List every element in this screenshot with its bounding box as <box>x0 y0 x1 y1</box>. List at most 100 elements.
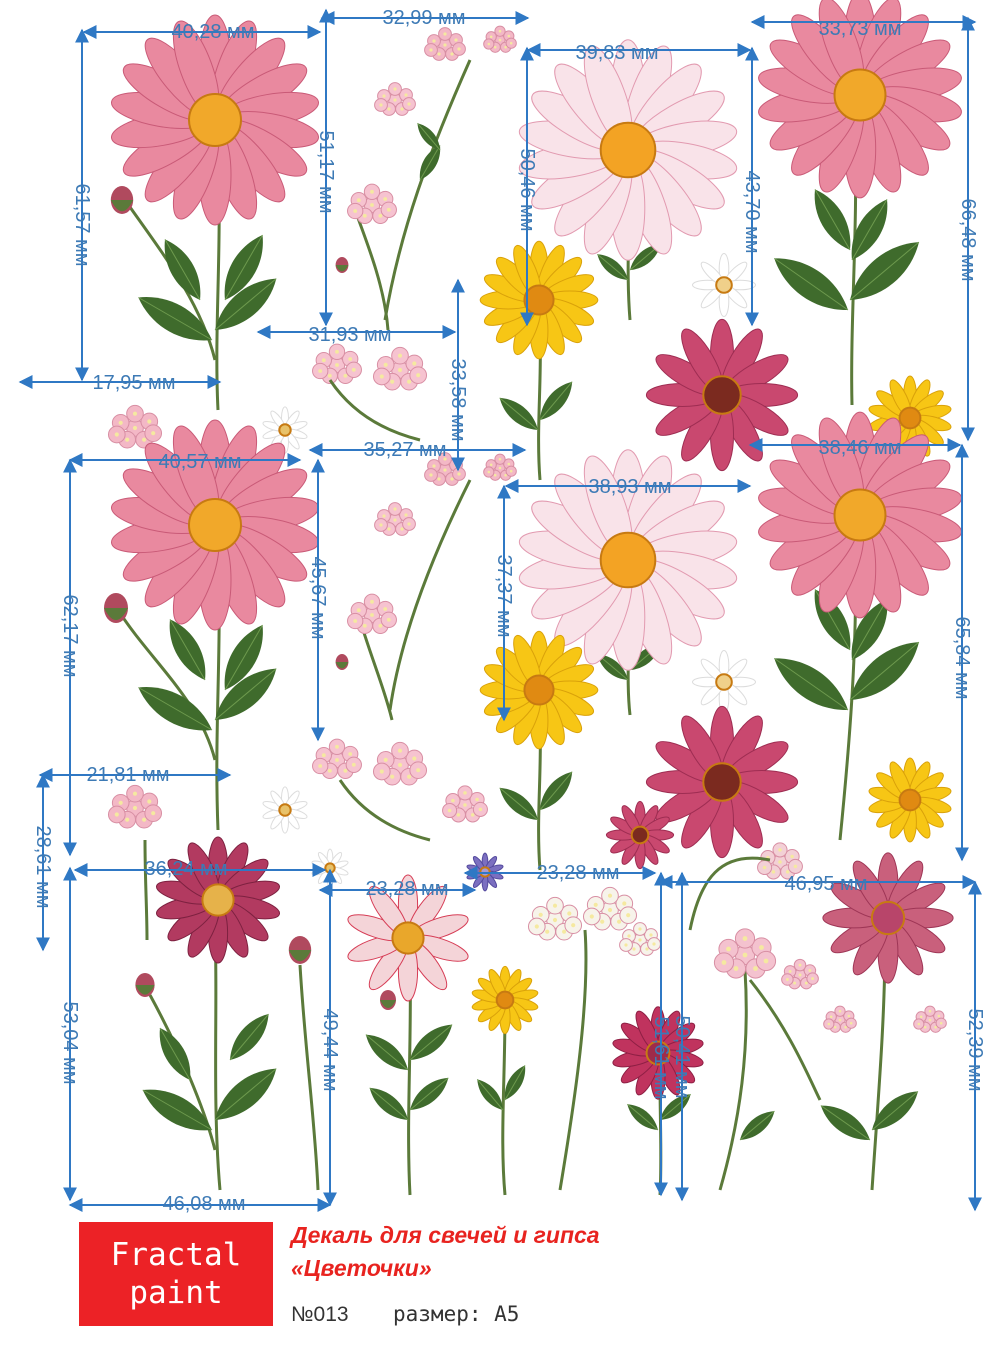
leaf <box>409 1024 453 1061</box>
dimension-label-v-9: 37,37 мм <box>493 554 515 638</box>
leaf <box>814 189 851 251</box>
dimension-label-h-2: 32,99 мм <box>382 7 466 29</box>
leaf <box>417 122 441 151</box>
stem <box>748 979 822 1101</box>
stem <box>143 839 149 941</box>
pink-daisy-1 <box>111 14 319 226</box>
dimension-label-h-4: 33,73 мм <box>818 18 902 40</box>
flower-sheet-illustration <box>18 0 982 1212</box>
dimension-label-v-12: 53,04 мм <box>59 1001 81 1085</box>
dimension-label-v-14: 51,61 мм <box>650 1016 672 1100</box>
leaf <box>229 1013 269 1061</box>
pink-yarrow-4 <box>374 82 416 116</box>
yellow-daisy-5 <box>471 965 539 1035</box>
white-cluster-2 <box>582 886 638 931</box>
product-number: №013 <box>291 1303 349 1326</box>
dimension-label-h-11: 21,81 мм <box>86 764 170 786</box>
dimension-label-v-7: 62,17 мм <box>59 594 81 678</box>
dimension-label-h-16: 46,08 мм <box>162 1193 246 1215</box>
leaf <box>138 297 213 341</box>
flower-bud <box>335 654 349 670</box>
leaf <box>142 1089 213 1131</box>
stem <box>116 609 217 761</box>
white-flower-3 <box>692 650 756 714</box>
white-flower-4 <box>262 786 308 834</box>
flower-bud <box>135 973 155 997</box>
flower-bud <box>110 186 134 214</box>
stem <box>213 929 222 1191</box>
dimension-label-h-9: 38,93 мм <box>588 476 672 498</box>
pink-yarrow-12 <box>372 741 428 786</box>
product-size: размер: А5 <box>393 1302 520 1326</box>
logo-line-2: paint <box>129 1275 223 1311</box>
dimension-label-h-8: 35,27 мм <box>363 439 447 461</box>
dimension-label-h-15: 46,95 мм <box>784 873 868 895</box>
dimension-label-v-5: 66,48 мм <box>957 198 979 282</box>
dimension-label-h-13: 23,28 мм <box>365 878 449 900</box>
pink-yarrow-15 <box>781 958 819 990</box>
pink-yarrow-6 <box>372 346 428 391</box>
pink-yarrow-14 <box>713 928 777 979</box>
dimension-label-h-3: 39,83 мм <box>575 42 659 64</box>
pink-cluster-1 <box>107 404 163 449</box>
stem <box>298 964 320 1191</box>
stem <box>501 1009 507 1196</box>
flower-bud <box>335 257 349 273</box>
white-flower-1 <box>692 253 756 317</box>
leaf <box>773 657 849 711</box>
dimension-label-v-1: 61,57 мм <box>71 183 93 267</box>
dimension-label-h-12: 36,24 мм <box>144 858 228 880</box>
dimension-label-v-11: 28,61 мм <box>32 825 54 909</box>
dimension-label-h-5: 31,93 мм <box>308 324 392 346</box>
leaf <box>499 397 539 431</box>
dimension-label-v-3: 50,46 мм <box>516 148 538 232</box>
stem <box>558 929 588 1191</box>
leaf <box>499 787 539 821</box>
leaf <box>871 1091 919 1131</box>
pink-yarrow-2 <box>483 25 517 53</box>
yellow-daisy-1 <box>479 240 599 360</box>
product-title: Декаль для свечей и гипса <box>291 1222 600 1248</box>
leaf <box>159 1027 191 1081</box>
stem <box>353 209 390 331</box>
product-subtitle: «Цветочки» <box>291 1255 432 1281</box>
leaf <box>409 1077 449 1111</box>
dimension-label-h-10: 38,46 мм <box>818 437 902 459</box>
dimension-label-v-15: 50,41 мм <box>671 1015 693 1099</box>
flower-bud <box>288 936 312 964</box>
leaf <box>365 1034 409 1071</box>
pink-yarrow-9 <box>347 593 397 634</box>
pink-yarrow-11 <box>312 738 362 779</box>
dimension-label-v-4: 43,70 мм <box>741 170 763 254</box>
dimension-label-v-16: 52,39 мм <box>964 1008 986 1092</box>
leaf <box>369 1087 409 1121</box>
leaf <box>820 1105 871 1141</box>
leaf <box>773 257 849 311</box>
white-pink-daisy-1 <box>518 39 738 261</box>
dimension-label-h-6: 17,95 мм <box>92 372 176 394</box>
stem <box>338 779 431 842</box>
pink-yarrow-8 <box>483 453 517 481</box>
stem <box>718 969 748 1191</box>
fractal-paint-logo: Fractal paint <box>79 1222 273 1326</box>
logo-line-1: Fractal <box>110 1237 242 1273</box>
pink-yarrow-16 <box>823 1005 857 1033</box>
flower-bud <box>104 593 128 623</box>
leaf <box>214 1068 277 1121</box>
dimension-label-h-1: 40,28 мм <box>171 21 255 43</box>
pink-yarrow-10 <box>374 502 416 536</box>
yellow-daisy-3 <box>479 630 599 750</box>
magenta-cosmos-1 <box>645 318 799 472</box>
leaf <box>739 1110 775 1141</box>
leaf <box>419 145 441 181</box>
leaf <box>164 239 201 301</box>
pink-yarrow-5 <box>312 343 362 384</box>
magenta-flower-1 <box>156 836 280 964</box>
dimension-label-v-2: 51,17 мм <box>315 130 337 214</box>
pink-cluster-2 <box>107 784 163 829</box>
flower-bud <box>380 990 396 1010</box>
pink-yarrow-17 <box>913 1005 947 1033</box>
pink-yarrow-13 <box>442 785 488 823</box>
dimension-label-v-6: 33,58 мм <box>447 358 469 442</box>
leaf <box>627 1103 659 1131</box>
